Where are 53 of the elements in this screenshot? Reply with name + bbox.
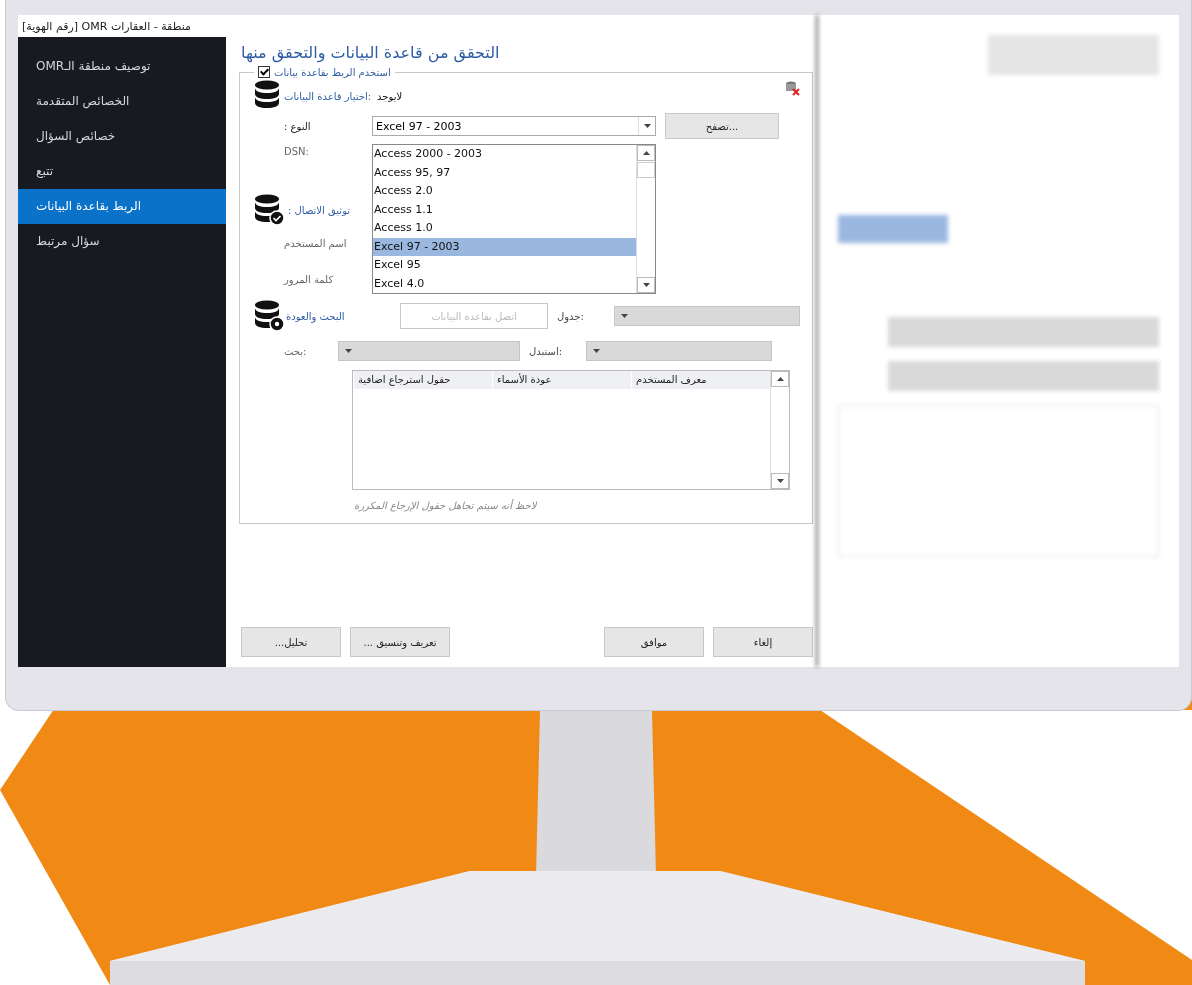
footer-button[interactable]: ... تعريف وتنسيق [350, 627, 450, 657]
checkbox-label: استخدم الربط بقاعدة بيانات [274, 66, 391, 78]
type-dropdown[interactable]: Excel 97 - 2003 [372, 116, 656, 136]
field-label: بحث: [284, 345, 308, 357]
page-heading: التحقق من قاعدة البيانات والتحقق منها [241, 43, 501, 62]
scroll-thumb[interactable] [637, 162, 655, 178]
list-option[interactable]: Access 2000 - 2003 [373, 145, 636, 164]
scrollbar[interactable] [636, 145, 655, 293]
sidebar-item[interactable]: الخصائص المتقدمة [18, 84, 226, 119]
sidebar-item[interactable]: خصائص السؤال [18, 119, 226, 154]
field-value: لايوجد [377, 90, 403, 102]
database-remove-icon[interactable] [784, 80, 800, 96]
field-label: اسم المستخدم [284, 237, 348, 249]
caret-icon [344, 349, 352, 353]
footer-button[interactable]: ...تحليل [241, 627, 341, 657]
caret-icon [642, 151, 650, 155]
checkbox[interactable] [258, 66, 270, 78]
column-header[interactable]: معرف المستخدم [631, 371, 770, 389]
field-label: كلمة المرور [284, 273, 335, 285]
window-title: منطقة - العقارات OMR [رقم الهوية] [22, 19, 191, 33]
list-option[interactable]: Excel 95 [373, 256, 636, 275]
database-search-icon [254, 300, 284, 332]
sidebar-item[interactable]: تتبع [18, 154, 226, 189]
caret-icon [776, 377, 784, 381]
field-label: اختيار قاعدة البيانات: [284, 90, 372, 102]
field-label: جدول: [557, 310, 585, 322]
list-option[interactable]: Excel 97 - 2003 [373, 237, 636, 256]
footer-button[interactable]: إلغاء [713, 627, 813, 657]
sidebar-item[interactable]: الربط بقاعدة البيانات [18, 189, 226, 224]
caret-icon [776, 479, 784, 483]
section-label: البحث والعودة [286, 310, 346, 322]
list-option[interactable]: Excel 4.0 [373, 274, 636, 293]
note-text: لاحظ أنه سيتم تجاهل حقول الإرجاع المكررة [354, 500, 538, 511]
field-label: DSN: [284, 146, 310, 157]
list-option[interactable]: Access 1.0 [373, 219, 636, 238]
field-label: : النوع [284, 120, 312, 132]
caret-icon [643, 124, 651, 128]
column-header[interactable]: حقول استرجاع اضافية [353, 371, 492, 389]
column-header[interactable]: عودة الأسماء [492, 371, 631, 389]
footer-button[interactable]: موافق [604, 627, 704, 657]
field-label: استبدل: [529, 345, 564, 357]
caret-icon [592, 349, 600, 353]
scrollbar[interactable] [770, 371, 789, 489]
list-option[interactable]: Access 2.0 [373, 182, 636, 201]
sidebar-item[interactable]: توصيف منطقة الـOMR [18, 49, 226, 84]
database-check-icon [254, 194, 284, 226]
browse-button[interactable]: تصفح... [665, 113, 779, 139]
list-option[interactable]: Access 1.1 [373, 200, 636, 219]
sidebar-item[interactable]: سؤال مرتبط [18, 224, 226, 259]
caret-icon [620, 314, 628, 318]
caret-icon [642, 283, 650, 287]
section-label: : توثيق الاتصال [288, 204, 351, 216]
list-option[interactable]: Access 95, 97 [373, 163, 636, 182]
